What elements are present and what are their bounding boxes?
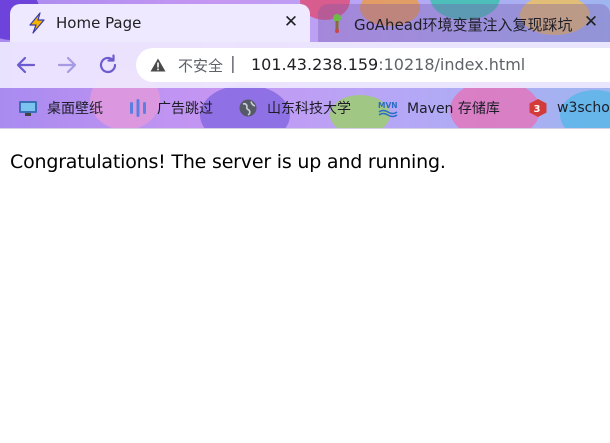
- arrow-left-icon[interactable]: [14, 53, 38, 77]
- bookmark-label: 桌面壁纸: [47, 101, 103, 117]
- address-bar[interactable]: 不安全 | 101.43.238.159:10218/index.html: [136, 48, 610, 82]
- url-separator: |: [230, 54, 236, 74]
- tab-title: Home Page: [56, 14, 142, 32]
- monitor-icon: [19, 101, 37, 116]
- bars-icon: [130, 99, 146, 117]
- w3school-icon: 3: [529, 99, 547, 117]
- maven-icon: MVN: [378, 101, 398, 118]
- bookmarks-bar: 桌面壁纸 广告跳过 山东科技大学 MVN Maven 存储库 3 w3scho: [0, 88, 610, 128]
- bookmark-label: 广告跳过: [157, 101, 213, 117]
- reload-icon[interactable]: [96, 53, 120, 77]
- arrow-right-icon[interactable]: [55, 53, 79, 77]
- bookmark-label: Maven 存储库: [407, 101, 500, 117]
- bookmark-desktop-wallpaper[interactable]: 桌面壁纸: [18, 96, 103, 120]
- tab-title: GoAhead环境变量注入复现踩坑: [354, 16, 573, 34]
- bookmark-maven[interactable]: MVN Maven 存储库: [378, 96, 500, 120]
- close-tab-button[interactable]: ✕: [580, 11, 602, 33]
- svg-text:3: 3: [534, 104, 541, 115]
- toolbar: 不安全 | 101.43.238.159:10218/index.html: [0, 42, 610, 88]
- bookmark-label: 山东科技大学: [267, 101, 351, 117]
- tab-goahead[interactable]: GoAhead环境变量注入复现踩坑 ✕: [318, 4, 610, 42]
- svg-text:MVN: MVN: [378, 101, 398, 110]
- browser-chrome: Home Page ✕ GoAhead环境变量注入复现踩坑 ✕ 不安全 | 10…: [0, 0, 610, 128]
- url-path: :10218/index.html: [378, 55, 526, 74]
- security-status: 不安全: [178, 57, 224, 75]
- lightning-icon: [29, 12, 45, 34]
- warning-icon[interactable]: [150, 58, 166, 72]
- globe-icon: [239, 99, 257, 117]
- bookmark-sdust[interactable]: 山东科技大学: [238, 96, 351, 120]
- server-status-message: Congratulations! The server is up and ru…: [10, 151, 446, 173]
- close-tab-button[interactable]: ✕: [280, 11, 302, 33]
- bookmark-label: w3scho: [557, 100, 610, 116]
- tab-home-page[interactable]: Home Page ✕: [10, 4, 310, 42]
- url-text[interactable]: 101.43.238.159:10218/index.html: [251, 55, 525, 74]
- bookmark-ad-skip[interactable]: 广告跳过: [128, 96, 213, 120]
- url-host: 101.43.238.159: [251, 55, 379, 74]
- bookmark-w3school[interactable]: 3 w3scho: [528, 96, 610, 120]
- page-content: Congratulations! The server is up and ru…: [0, 128, 610, 443]
- pin-icon: [333, 14, 341, 33]
